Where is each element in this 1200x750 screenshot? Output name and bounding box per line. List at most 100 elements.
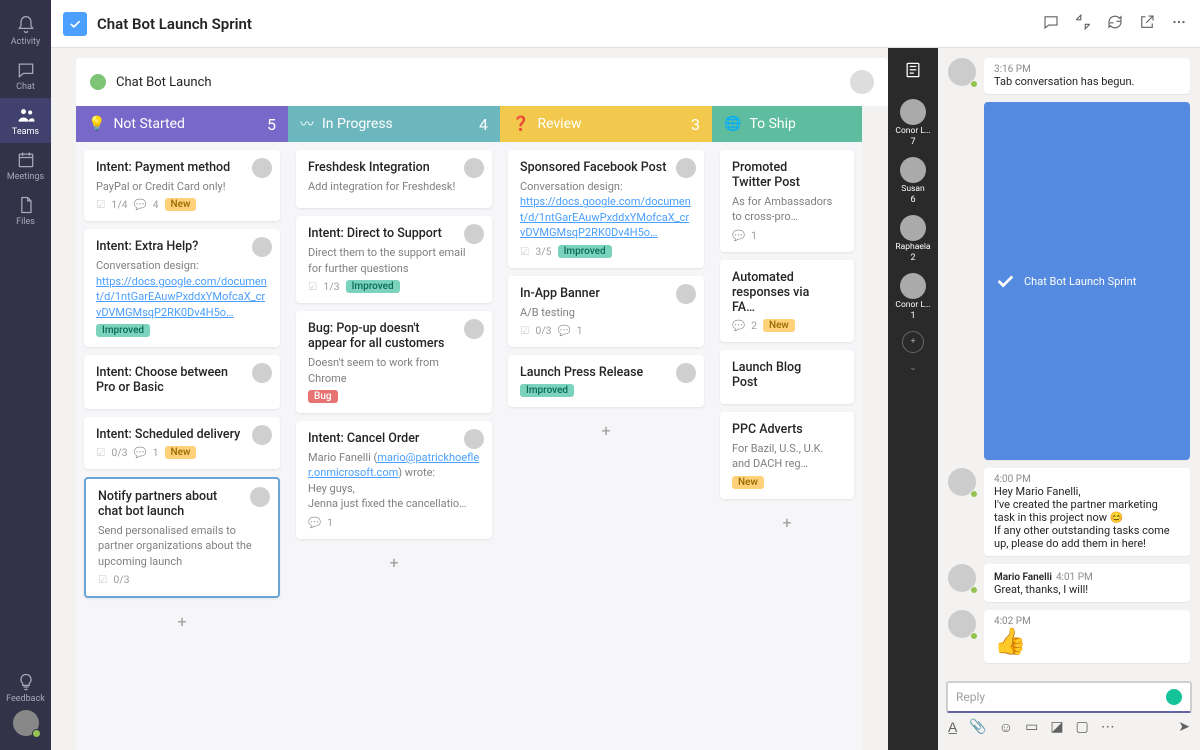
card[interactable]: Intent: Extra Help? Conversation design:… [84, 229, 280, 347]
chat-text: Hey Mario Fanelli, I've created the part… [994, 485, 1180, 550]
card[interactable]: Launch Blog Post [720, 350, 854, 404]
gif-icon[interactable]: ▭ [1025, 719, 1038, 736]
tag-improved: Improved [96, 324, 150, 337]
card[interactable]: Sponsored Facebook Post Conversation des… [508, 150, 704, 268]
avatar[interactable] [948, 58, 976, 86]
card-title: Launch Blog Post [732, 360, 842, 390]
card[interactable]: In-App Banner A/B testing ☑0/3💬1 [508, 276, 704, 347]
assignee-avatar[interactable] [252, 158, 272, 178]
card-desc: Send personalised emails to partner orga… [98, 523, 266, 569]
more-icon[interactable]: ⋯ [1101, 719, 1115, 736]
comment-count: 1 [751, 229, 757, 242]
column-to-ship: 🌐 To Ship Promoted Twitter Post As for A… [712, 106, 862, 750]
person-item[interactable]: Susan6 [900, 157, 926, 205]
tag-new: New [763, 319, 795, 332]
card[interactable]: Intent: Cancel Order Mario Fanelli (mari… [296, 421, 492, 539]
assignee-avatar[interactable] [464, 224, 484, 244]
column-in-progress: 〰 In Progress 4 Freshdesk Integration Ad… [288, 106, 500, 750]
add-card-button[interactable]: + [296, 547, 492, 578]
person-item[interactable]: Conor L…1 [895, 273, 930, 321]
add-card-button[interactable]: + [508, 415, 704, 446]
card-desc: Direct them to the support email for fur… [308, 245, 480, 276]
user-avatar[interactable] [13, 710, 39, 736]
person-item[interactable]: Conor L…7 [895, 99, 930, 147]
chevron-down-icon[interactable]: ⌄ [909, 363, 917, 373]
assignee-avatar[interactable] [464, 429, 484, 449]
emoji-icon[interactable]: ☺ [999, 719, 1013, 736]
card[interactable]: Notify partners about chat bot launch Se… [84, 477, 280, 598]
card-title: Notify partners about chat bot launch [98, 489, 266, 519]
nav-label: Meetings [7, 172, 44, 182]
avatar[interactable] [948, 564, 976, 592]
contacts-icon[interactable] [903, 60, 923, 83]
attach-icon[interactable]: 📎 [969, 719, 986, 736]
card-link[interactable]: https://docs.google.com/document/d/1ntGa… [96, 275, 267, 319]
more-icon[interactable] [1170, 13, 1188, 35]
reply-input[interactable]: Reply [946, 681, 1192, 713]
chat-panel: 3:16 PM Tab conversation has begun. Chat… [938, 48, 1200, 750]
popout-icon[interactable] [1138, 13, 1156, 35]
send-button[interactable]: ➤ [1178, 719, 1190, 736]
column-header[interactable]: ❓ Review 3 [500, 106, 712, 142]
add-person-button[interactable]: + [902, 331, 924, 353]
card[interactable]: PPC Adverts For Bazil, U.S., U.K. and DA… [720, 412, 854, 499]
board-area: Chat Bot Launch 💡 Not Started 5 Intent: … [51, 48, 888, 750]
card[interactable]: Intent: Scheduled delivery ☑0/3💬1New [84, 417, 280, 469]
assignee-avatar[interactable] [252, 237, 272, 257]
chat-bubble[interactable]: 4:00 PM Hey Mario Fanelli, I've created … [984, 468, 1190, 556]
columns: 💡 Not Started 5 Intent: Payment method P… [76, 106, 888, 750]
card[interactable]: Freshdesk Integration Add integration fo… [296, 150, 492, 208]
chat-bubble[interactable]: 3:16 PM Tab conversation has begun. [984, 58, 1190, 94]
nav-meetings[interactable]: Meetings [0, 143, 51, 188]
meet-icon[interactable]: ▢ [1076, 719, 1089, 736]
globe-icon: 🌐 [724, 116, 741, 132]
assignee-avatar[interactable] [676, 363, 696, 383]
refresh-icon[interactable] [1106, 13, 1124, 35]
avatar[interactable] [948, 610, 976, 638]
bell-icon [16, 15, 36, 35]
assignee-avatar[interactable] [252, 363, 272, 383]
add-card-button[interactable]: + [720, 507, 854, 538]
chat-bubble[interactable]: Mario Fanelli4:01 PM Great, thanks, I wi… [984, 564, 1190, 602]
card-link[interactable]: https://docs.google.com/document/d/1ntGa… [520, 195, 691, 239]
chat-bubble[interactable]: 4:02 PM 👍 [984, 610, 1190, 663]
column-review: ❓ Review 3 Sponsored Facebook Post Conve… [500, 106, 712, 750]
nav-teams[interactable]: Teams [0, 98, 51, 143]
add-card-button[interactable]: + [84, 606, 280, 637]
card[interactable]: Bug: Pop-up doesn't appear for all custo… [296, 311, 492, 413]
assignee-avatar[interactable] [464, 319, 484, 339]
comment-icon: 💬 [558, 324, 571, 337]
card[interactable]: Intent: Choose between Pro or Basic [84, 355, 280, 409]
nav-activity[interactable]: Activity [0, 8, 51, 53]
assignee-avatar[interactable] [676, 158, 696, 178]
avatar[interactable] [948, 468, 976, 496]
format-icon[interactable]: A̲ [948, 719, 957, 736]
assignee-avatar[interactable] [464, 158, 484, 178]
column-header[interactable]: 🌐 To Ship [712, 106, 862, 142]
card[interactable]: Intent: Direct to Support Direct them to… [296, 216, 492, 303]
sticker-icon[interactable]: ◪ [1050, 719, 1063, 736]
collapse-icon[interactable] [1074, 13, 1092, 35]
assignee-avatar[interactable] [252, 425, 272, 445]
comment-icon[interactable] [1042, 13, 1060, 35]
nav-feedback[interactable]: Feedback [0, 665, 51, 710]
card[interactable]: Automated responses via FA… 💬2New [720, 260, 854, 342]
chat-time: 4:01 PM [1056, 572, 1093, 583]
column-name: Review [537, 116, 581, 132]
column-name: To Ship [749, 116, 795, 132]
card-desc: Conversation design: [96, 259, 199, 272]
column-header[interactable]: 💡 Not Started 5 [76, 106, 288, 142]
assignee-avatar[interactable] [676, 284, 696, 304]
assignee-avatar[interactable] [250, 487, 270, 507]
card[interactable]: Intent: Payment method PayPal or Credit … [84, 150, 280, 221]
card[interactable]: Launch Press Release Improved [508, 355, 704, 407]
nav-files[interactable]: Files [0, 188, 51, 233]
comment-icon: 💬 [732, 229, 745, 242]
system-message[interactable]: Chat Bot Launch Sprint [984, 102, 1190, 460]
nav-chat[interactable]: Chat [0, 53, 51, 98]
board-owner-avatar[interactable] [850, 70, 874, 94]
person-item[interactable]: Raphaela2 [895, 215, 930, 263]
column-header[interactable]: 〰 In Progress 4 [288, 106, 500, 142]
card[interactable]: Promoted Twitter Post As for Ambassadors… [720, 150, 854, 252]
grammarly-icon[interactable] [1166, 689, 1182, 705]
